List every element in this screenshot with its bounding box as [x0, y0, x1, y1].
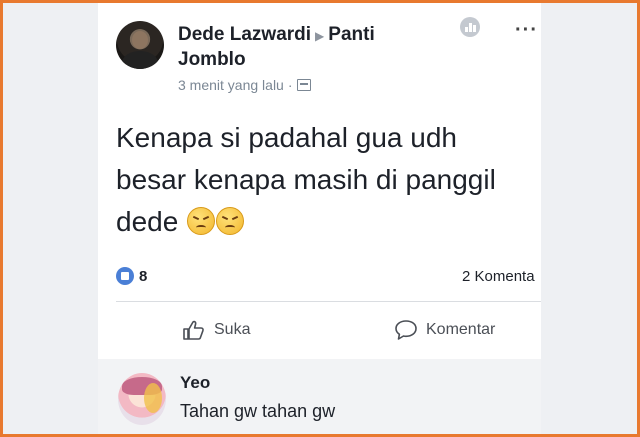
- angry-face-emoji: [187, 207, 216, 235]
- screenshot-frame: Dede Lazwardi ▶ Panti Jomblo 3 menit yang …: [3, 3, 637, 434]
- avatar-body: [122, 51, 158, 69]
- like-count: 8: [139, 267, 148, 285]
- more-options-icon[interactable]: ···: [515, 19, 538, 42]
- arrow-right-icon: ▶: [315, 29, 325, 43]
- angry-face-emoji: [216, 207, 245, 235]
- comment-button[interactable]: Komentar: [394, 319, 495, 341]
- thumbs-up-icon: [183, 320, 204, 340]
- group-audience-icon: [296, 79, 311, 91]
- comment-label: Komentar: [426, 321, 496, 338]
- meta-separator: ·: [287, 77, 293, 93]
- post-meta: 3 menit yang lalu ·: [178, 77, 311, 93]
- comment-bubble-icon: [395, 320, 417, 340]
- post-body: Kenapa si padahal gua udh besar kenapa m…: [116, 117, 544, 243]
- comment-text: Tahan gw tahan gw: [180, 401, 336, 421]
- like-reaction-icon: [116, 267, 134, 285]
- author-name[interactable]: Dede Lazwardi: [178, 24, 311, 45]
- divider: [116, 301, 541, 302]
- author-avatar[interactable]: [116, 21, 164, 69]
- like-label: Suka: [214, 321, 251, 338]
- post-text: Kenapa si padahal gua udh besar kenapa m…: [116, 122, 496, 237]
- reaction-summary[interactable]: 8: [116, 267, 147, 285]
- comment-item: Yeo Tahan gw tahan gw: [98, 359, 541, 434]
- post-timestamp[interactable]: 3 menit yang lalu: [178, 77, 284, 93]
- avatar-hair-highlight: [144, 383, 162, 413]
- like-button[interactable]: Suka: [182, 319, 250, 341]
- post-header: Dede Lazwardi ▶ Panti Jomblo: [178, 23, 428, 72]
- insights-icon[interactable]: [460, 17, 480, 37]
- avatar-face: [132, 31, 148, 49]
- comment-count[interactable]: 2 Komenta: [462, 268, 535, 285]
- commenter-name[interactable]: Yeo: [180, 373, 210, 393]
- commenter-avatar[interactable]: [118, 373, 166, 425]
